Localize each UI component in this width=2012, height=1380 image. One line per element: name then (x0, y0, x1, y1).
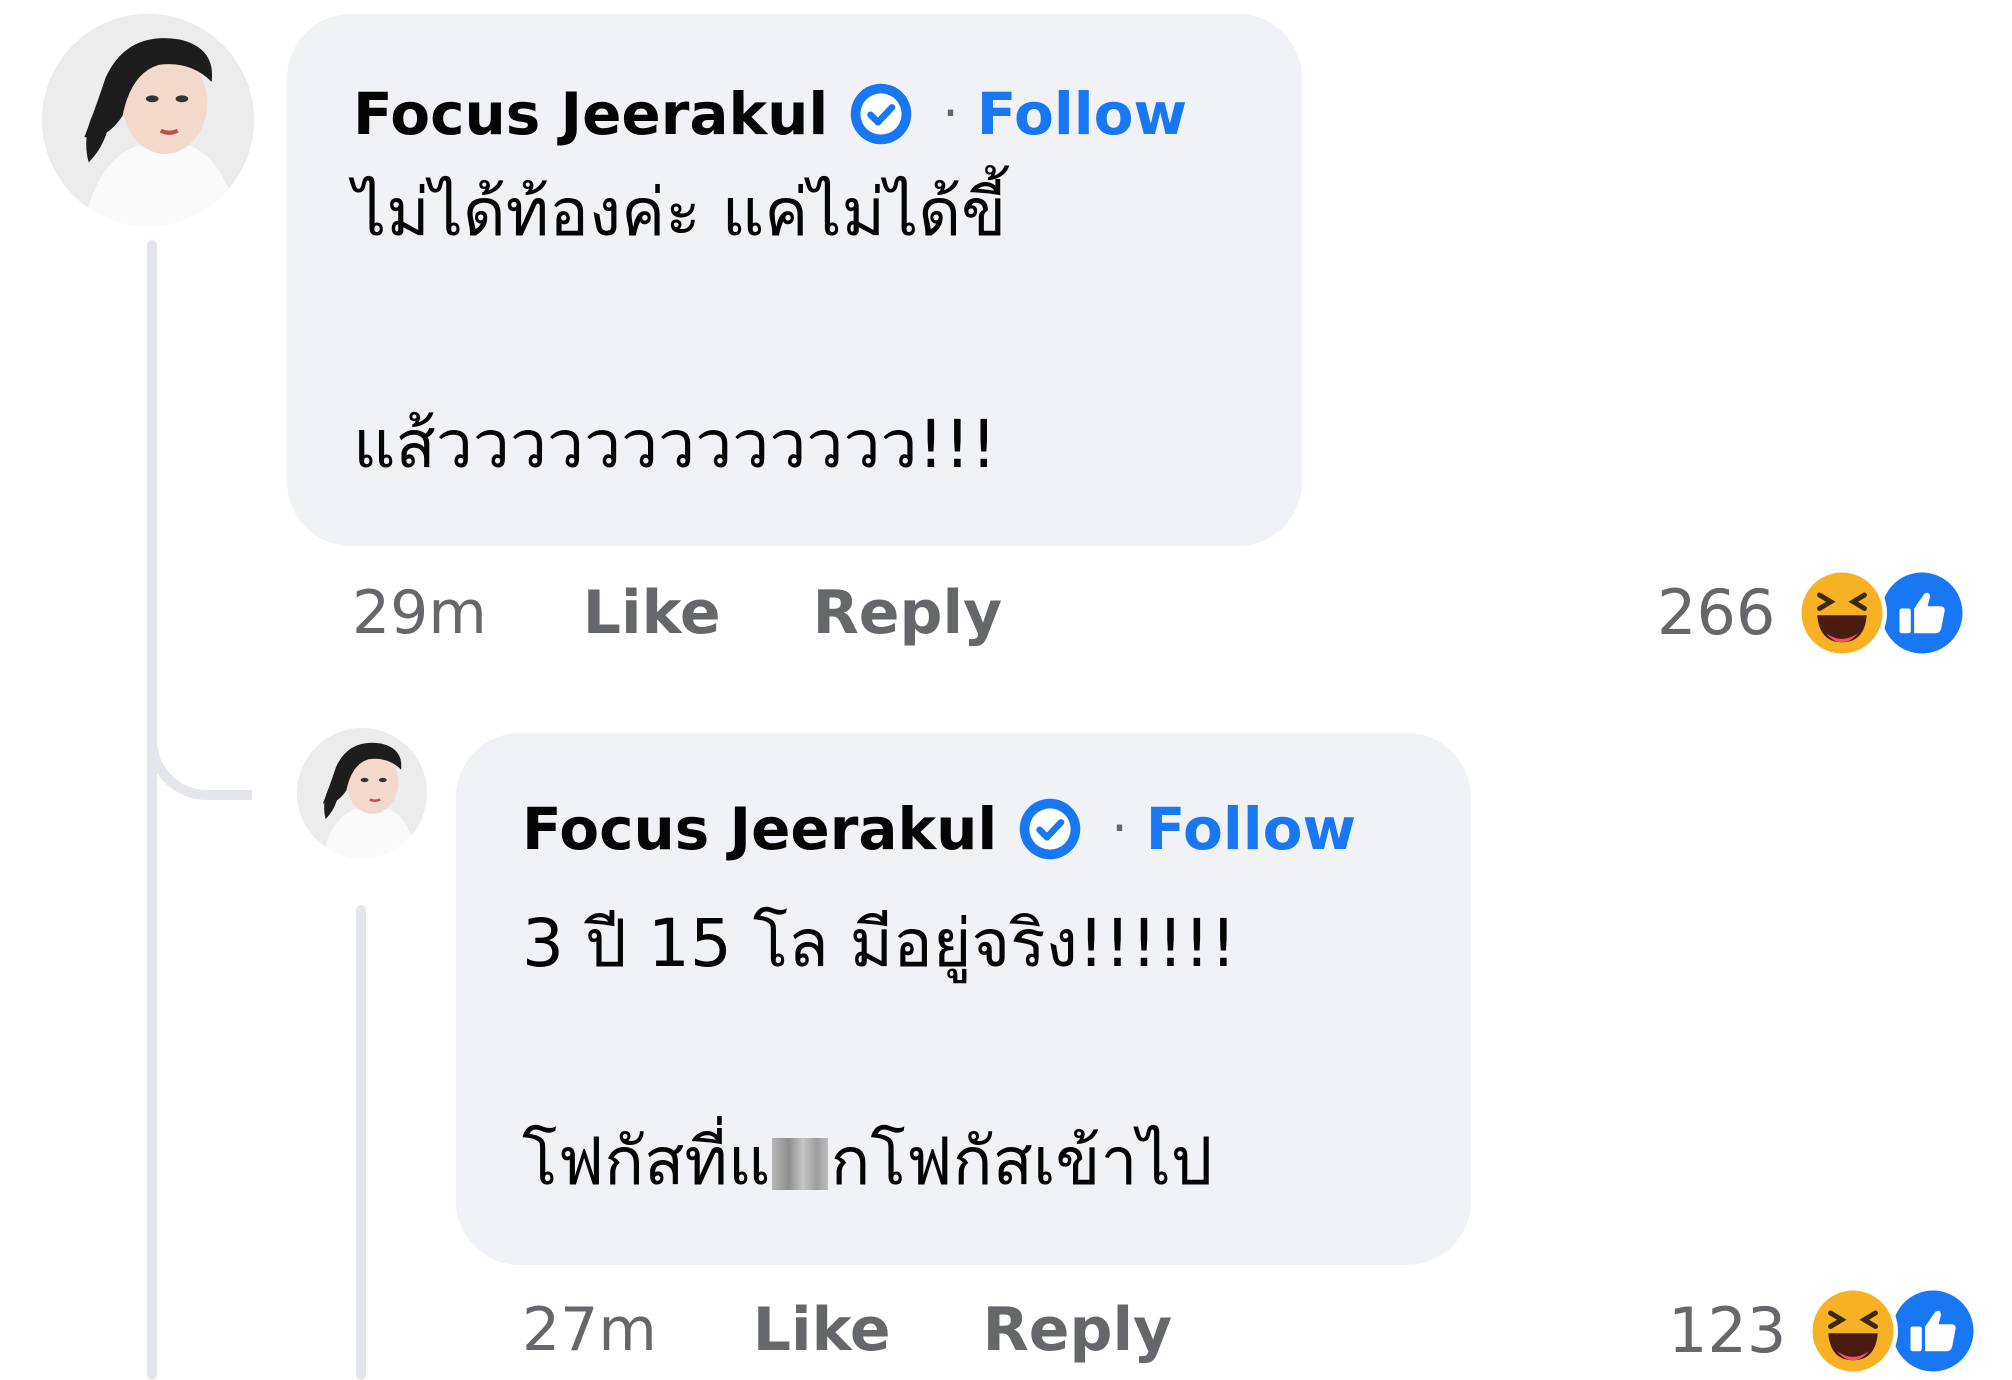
thread-line-reply (356, 905, 366, 1380)
timestamp[interactable]: 27m (522, 1290, 657, 1370)
comment-text-line2: แส้ววววววววววววว!!! (353, 406, 997, 483)
author-name[interactable]: Focus Jeerakul (522, 789, 997, 869)
haha-icon (1797, 568, 1888, 658)
reaction-icons (1808, 1286, 1980, 1376)
avatar[interactable] (297, 728, 427, 858)
reply-button[interactable]: Reply (813, 573, 1003, 653)
like-button[interactable]: Like (583, 573, 721, 653)
reaction-summary[interactable]: 123 (1668, 1286, 1980, 1376)
follow-button[interactable]: Follow (1146, 789, 1356, 869)
like-icon (1877, 568, 1968, 658)
comment-actions: 29m Like Reply (352, 573, 1002, 653)
verified-badge-icon (1017, 796, 1083, 862)
comment-text-line1: ไม่ได้ท้องค่ะ แค่ไม่ได้ขี้ (353, 174, 1007, 251)
separator-dot: · (1111, 799, 1128, 859)
avatar[interactable] (42, 14, 254, 226)
haha-icon (1808, 1286, 1899, 1376)
comment-text-line2-end: กโฟกัสเข้าไป (830, 1123, 1213, 1200)
reply-button[interactable]: Reply (983, 1290, 1173, 1370)
profile-photo (297, 728, 427, 858)
comment-header: Focus Jeerakul · Follow (353, 74, 1302, 154)
comment-actions: 27m Like Reply (522, 1290, 1172, 1370)
verified-badge-icon (848, 81, 914, 147)
comment-bubble: Focus Jeerakul · Follow ไม่ได้ท้องค่ะ แค… (287, 14, 1302, 546)
separator-dot: · (942, 84, 959, 144)
thread-line-main (147, 240, 157, 1380)
comment-text-line2: โฟกัสที่แ กโฟกัสเข้าไป (522, 1117, 1471, 1207)
reaction-count: 123 (1668, 1294, 1787, 1367)
like-button[interactable]: Like (753, 1290, 891, 1370)
reaction-count: 266 (1657, 576, 1776, 649)
reaction-icons (1797, 568, 1969, 658)
author-name[interactable]: Focus Jeerakul (353, 74, 828, 154)
like-icon (1888, 1286, 1979, 1376)
comment-text-line2-start: โฟกัสที่แ (522, 1123, 771, 1200)
thread-connector-curve (147, 700, 252, 800)
reaction-summary[interactable]: 266 (1657, 568, 1969, 658)
comment-text-line1: 3 ปี 15 โล มีอยู่จริง!!!!!! (522, 905, 1237, 982)
comment-bubble: Focus Jeerakul · Follow 3 ปี 15 โล มีอยู… (456, 733, 1471, 1265)
comment-header: Focus Jeerakul · Follow (522, 789, 1471, 869)
follow-button[interactable]: Follow (977, 74, 1187, 154)
profile-photo (42, 14, 254, 226)
timestamp[interactable]: 29m (352, 573, 487, 653)
censored-blur (772, 1138, 829, 1190)
